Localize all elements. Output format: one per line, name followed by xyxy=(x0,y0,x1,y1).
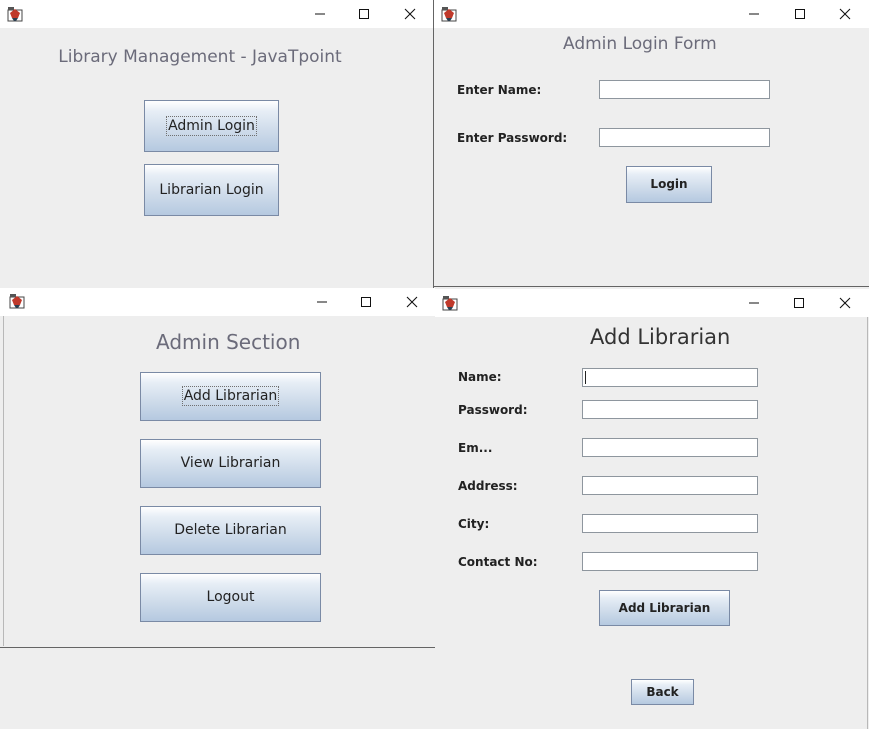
close-button[interactable] xyxy=(396,288,428,316)
window-heading: Add Librarian xyxy=(590,325,731,349)
window-heading: Admin Section xyxy=(156,330,301,354)
maximize-button[interactable] xyxy=(784,0,816,28)
java-coffee-cup-icon[interactable] xyxy=(8,292,26,310)
city-label: City: xyxy=(458,517,490,531)
maximize-button[interactable] xyxy=(348,0,380,28)
java-coffee-cup-icon[interactable] xyxy=(6,5,24,23)
add-librarian-submit-button[interactable]: Add Librarian xyxy=(599,590,730,626)
window-bottom-border xyxy=(433,286,869,287)
title-bar xyxy=(434,0,869,28)
main-window: Library Management - JavaTpoint Admin Lo… xyxy=(0,0,433,288)
window-left-border xyxy=(433,0,434,288)
add-librarian-submit-label: Add Librarian xyxy=(618,601,711,615)
minimize-button[interactable] xyxy=(738,0,770,28)
window-right-border xyxy=(867,317,868,729)
logout-button[interactable]: Logout xyxy=(140,573,321,622)
text-caret xyxy=(585,371,586,384)
admin-login-label: Admin Login xyxy=(166,116,257,136)
close-icon xyxy=(406,296,418,308)
password-label: Enter Password: xyxy=(457,131,568,145)
email-label: Em... xyxy=(458,441,493,455)
add-librarian-window: Add Librarian Name: Password: Em... Addr… xyxy=(435,289,869,729)
minimize-button[interactable] xyxy=(738,289,770,317)
add-librarian-label: Add Librarian xyxy=(181,386,280,406)
admin-section-window: Admin Section Add Librarian View Librari… xyxy=(0,288,435,650)
login-button[interactable]: Login xyxy=(626,166,712,203)
view-librarian-label: View Librarian xyxy=(180,455,281,471)
maximize-button[interactable] xyxy=(350,288,382,316)
password-input[interactable] xyxy=(582,400,758,419)
window-heading: Admin Login Form xyxy=(563,34,717,54)
minimize-button[interactable] xyxy=(306,288,338,316)
minimize-icon xyxy=(749,302,759,304)
password-label: Password: xyxy=(458,403,528,417)
back-button[interactable]: Back xyxy=(631,679,694,705)
title-bar xyxy=(0,288,435,316)
contact-label: Contact No: xyxy=(458,555,538,569)
contact-input[interactable] xyxy=(582,552,758,571)
java-coffee-cup-icon[interactable] xyxy=(441,294,459,312)
close-button[interactable] xyxy=(394,0,426,28)
minimize-icon xyxy=(317,301,327,303)
window-heading: Library Management - JavaTpoint xyxy=(58,47,342,67)
librarian-login-button[interactable]: Librarian Login xyxy=(144,164,279,216)
minimize-icon xyxy=(749,13,759,15)
maximize-icon xyxy=(795,9,805,19)
minimize-button[interactable] xyxy=(304,0,336,28)
close-icon xyxy=(839,8,851,20)
address-label: Address: xyxy=(458,479,518,493)
password-input[interactable] xyxy=(599,128,770,147)
delete-librarian-label: Delete Librarian xyxy=(174,522,287,538)
name-input[interactable] xyxy=(582,368,758,387)
title-bar xyxy=(435,289,869,317)
close-icon xyxy=(404,8,416,20)
maximize-button[interactable] xyxy=(783,289,815,317)
window-bottom-border xyxy=(0,647,435,648)
name-label: Name: xyxy=(458,370,502,384)
logout-label: Logout xyxy=(206,589,255,605)
delete-librarian-button[interactable]: Delete Librarian xyxy=(140,506,321,555)
maximize-icon xyxy=(359,9,369,19)
add-librarian-button[interactable]: Add Librarian xyxy=(140,372,321,421)
view-librarian-button[interactable]: View Librarian xyxy=(140,439,321,488)
admin-login-window: Admin Login Form Enter Name: Enter Passw… xyxy=(433,0,869,288)
title-bar xyxy=(0,0,433,28)
name-input[interactable] xyxy=(599,80,770,99)
back-label: Back xyxy=(646,685,679,699)
close-icon xyxy=(839,297,851,309)
window-left-border xyxy=(3,316,4,646)
admin-login-button[interactable]: Admin Login xyxy=(144,100,279,152)
address-input[interactable] xyxy=(582,476,758,495)
maximize-icon xyxy=(361,297,371,307)
maximize-icon xyxy=(794,298,804,308)
city-input[interactable] xyxy=(582,514,758,533)
java-coffee-cup-icon[interactable] xyxy=(440,5,458,23)
minimize-icon xyxy=(315,13,325,15)
email-input[interactable] xyxy=(582,438,758,457)
name-label: Enter Name: xyxy=(457,83,542,97)
close-button[interactable] xyxy=(829,0,861,28)
login-label: Login xyxy=(650,177,688,191)
close-button[interactable] xyxy=(829,289,861,317)
librarian-login-label: Librarian Login xyxy=(159,182,264,198)
